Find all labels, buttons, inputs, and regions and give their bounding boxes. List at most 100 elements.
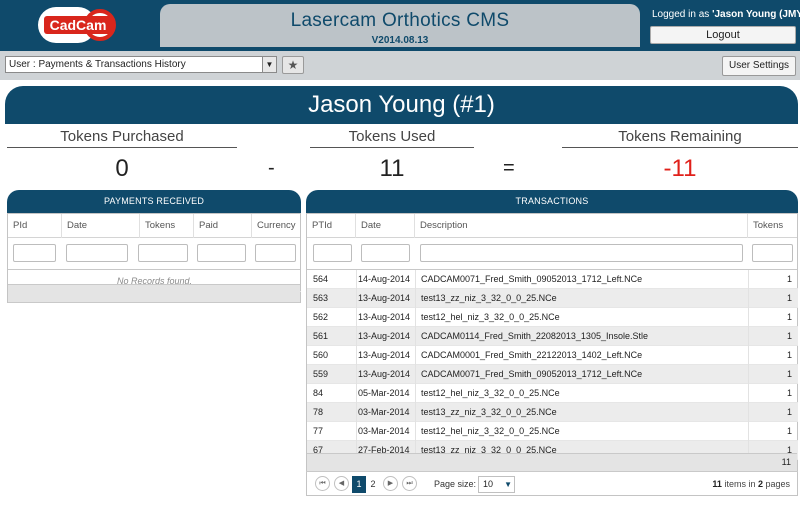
tokens-remaining-value: -11 [663, 155, 697, 182]
transactions-panel-header: TRANSACTIONS [306, 190, 798, 213]
page-1-button[interactable]: 1 [352, 476, 366, 493]
filter-paid-input[interactable] [197, 244, 246, 262]
user-name-banner: Jason Young (#1) [5, 86, 798, 124]
table-row[interactable]: 77 03-Mar-2014 test12_hel_niz_3_32_0_0_25.… [307, 422, 798, 441]
toolbar: User : Payments & Transactions History ▼… [0, 51, 800, 80]
column-divider [748, 384, 749, 403]
cell-date: 14-Aug-2014 [358, 274, 411, 284]
chevron-down-icon[interactable]: ▼ [504, 477, 512, 492]
transactions-grid-footer: 11 [307, 453, 797, 472]
column-divider [415, 308, 416, 327]
cell-tokens: 1 [786, 369, 792, 379]
page-2-button[interactable]: 2 [366, 476, 380, 493]
logout-button[interactable]: Logout [650, 26, 796, 44]
column-divider [356, 346, 357, 365]
transactions-total: 11 [781, 457, 791, 467]
column-divider [356, 289, 357, 308]
cell-description: test12_hel_niz_3_32_0_0_25.NCe [421, 426, 560, 436]
user-settings-button[interactable]: User Settings [722, 56, 796, 76]
column-divider [356, 422, 357, 441]
filter-ptid-input[interactable] [313, 244, 352, 262]
table-row[interactable]: 560 13-Aug-2014 CADCAM0001_Fred_Smith_2212… [307, 346, 798, 365]
column-divider [356, 327, 357, 346]
cell-date: 03-Mar-2014 [358, 426, 410, 436]
filter-pid-input[interactable] [13, 244, 56, 262]
app-header: CadCam Lasercam Orthotics CMS V2014.08.1… [0, 0, 800, 51]
column-divider [415, 403, 416, 422]
table-row[interactable]: 564 14-Aug-2014 CADCAM0071_Fred_Smith_0905… [307, 270, 798, 289]
cell-tokens: 1 [786, 388, 792, 398]
column-divider [356, 403, 357, 422]
cell-description: test13_zz_niz_3_32_0_0_25.NCe [421, 293, 557, 303]
cell-ptid: 563 [313, 293, 329, 303]
payments-grid: PId Date Tokens Paid Currency No Records… [7, 213, 301, 303]
col-tokens[interactable]: Tokens [748, 214, 797, 238]
first-page-button[interactable]: ⏮ [315, 476, 330, 491]
last-page-button[interactable]: ⏭ [402, 476, 417, 491]
column-divider [748, 289, 749, 308]
page-size-select[interactable]: 10 ▼ [478, 476, 515, 493]
cell-ptid: 562 [313, 312, 329, 322]
col-currency[interactable]: Currency [252, 214, 300, 238]
col-ptid[interactable]: PTId [307, 214, 356, 238]
filter-description-input[interactable] [420, 244, 743, 262]
table-row[interactable]: 559 13-Aug-2014 CADCAM0071_Fred_Smith_0905… [307, 365, 798, 384]
prev-page-button[interactable]: ◀ [334, 476, 349, 491]
pager-info: 11 items in 2 pages [712, 479, 790, 489]
cell-date: 13-Aug-2014 [358, 293, 411, 303]
col-date[interactable]: Date [356, 214, 415, 238]
col-date[interactable]: Date [62, 214, 140, 238]
cell-ptid: 564 [313, 274, 329, 284]
column-divider [356, 270, 357, 289]
filter-currency-input[interactable] [255, 244, 296, 262]
table-row[interactable]: 561 13-Aug-2014 CADCAM0114_Fred_Smith_2208… [307, 327, 798, 346]
items-count: 11 [712, 479, 722, 489]
tokens-purchased-label: Tokens Purchased [7, 128, 237, 148]
col-pid[interactable]: PId [8, 214, 62, 238]
cell-date: 13-Aug-2014 [358, 350, 411, 360]
column-divider [415, 289, 416, 308]
cell-description: CADCAM0001_Fred_Smith_22122013_1402_Left… [421, 350, 643, 360]
cell-tokens: 1 [786, 274, 792, 284]
table-row[interactable]: 84 05-Mar-2014 test12_hel_niz_3_32_0_0_25.… [307, 384, 798, 403]
filter-date-input[interactable] [361, 244, 410, 262]
column-divider [748, 346, 749, 365]
cell-ptid: 77 [313, 426, 324, 436]
next-page-button[interactable]: ▶ [383, 476, 398, 491]
column-divider [748, 403, 749, 422]
last-page-icon: ⏭ [406, 480, 413, 487]
equals-sign: = [503, 157, 515, 179]
column-divider [748, 308, 749, 327]
chevron-down-icon[interactable]: ▼ [262, 57, 276, 72]
cell-ptid: 84 [313, 388, 324, 398]
table-row[interactable]: 78 03-Mar-2014 test13_zz_niz_3_32_0_0_25.N… [307, 403, 798, 422]
cell-ptid: 78 [313, 407, 324, 417]
column-divider [415, 365, 416, 384]
table-row[interactable]: 562 13-Aug-2014 test12_hel_niz_3_32_0_0_25… [307, 308, 798, 327]
col-paid[interactable]: Paid [194, 214, 252, 238]
first-page-icon: ⏮ [319, 480, 326, 487]
table-row[interactable]: 563 13-Aug-2014 test13_zz_niz_3_32_0_0_25.… [307, 289, 798, 308]
favorite-star-button[interactable]: ★ [282, 56, 304, 74]
cell-ptid: 560 [313, 350, 329, 360]
cell-description: CADCAM0071_Fred_Smith_09052013_1712_Left… [421, 274, 643, 284]
tokens-used-value: 11 [379, 155, 405, 182]
cell-tokens: 1 [786, 312, 792, 322]
cell-description: CADCAM0114_Fred_Smith_22082013_1305_Inso… [421, 331, 648, 341]
next-page-icon: ▶ [387, 480, 394, 487]
filter-date-input[interactable] [66, 244, 128, 262]
col-tokens[interactable]: Tokens [140, 214, 194, 238]
prev-page-icon: ◀ [338, 480, 345, 487]
cell-date: 03-Mar-2014 [358, 407, 410, 417]
payments-panel-header: PAYMENTS RECEIVED [7, 190, 301, 213]
col-description[interactable]: Description [415, 214, 748, 238]
cell-description: test13_zz_niz_3_32_0_0_25.NCe [421, 407, 557, 417]
cell-description: test12_hel_niz_3_32_0_0_25.NCe [421, 312, 560, 322]
filter-tokens-input[interactable] [138, 244, 188, 262]
logged-in-status: Logged in as 'Jason Young (JMY)' [652, 9, 800, 20]
page-select[interactable]: User : Payments & Transactions History ▼ [5, 56, 277, 73]
column-divider [415, 346, 416, 365]
filter-tokens-input[interactable] [752, 244, 793, 262]
cell-tokens: 1 [786, 407, 792, 417]
star-icon: ★ [287, 58, 299, 72]
